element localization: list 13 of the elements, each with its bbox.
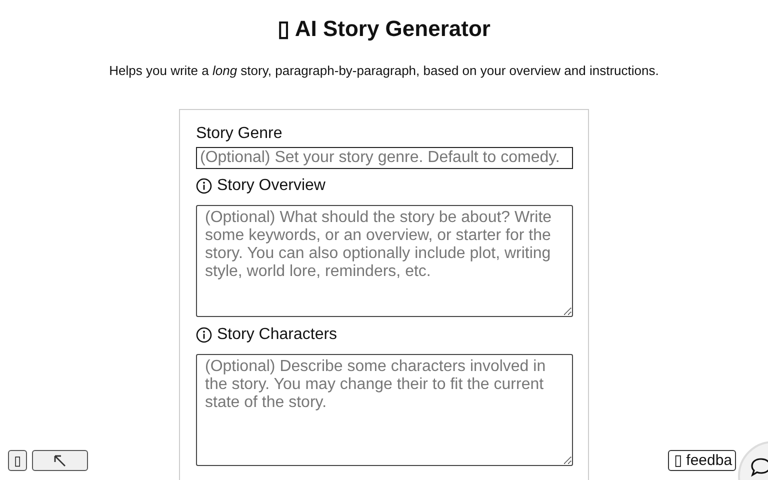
feedback-button[interactable]: ▯ feedba <box>668 450 736 471</box>
bottom-left-button[interactable]: ▯ <box>8 450 27 471</box>
text-area[interactable]: (Optional) Describe some characters involved in the story. You may change their to fit the current state of the story. <box>196 354 573 466</box>
text-area[interactable]: (Optional) What should the story be about? Write some keywords, or an overview, or starter for the story. You can also optionally include plot, writing style, world lore, reminders, etc. <box>196 204 573 316</box>
input-field[interactable]: (Optional) Set your story genre. Default to comedy. <box>196 146 573 168</box>
arrow-icon <box>53 454 67 468</box>
field-label: Story Overview <box>217 176 326 196</box>
chat-bubble-icon <box>750 457 768 477</box>
page-title: ▯ AI Story Generator <box>276 15 492 43</box>
field-label: Story Genre <box>196 124 282 144</box>
field-label: Story Characters <box>217 324 338 344</box>
expand-button[interactable] <box>32 450 88 471</box>
subtitle: Helps you write a long story, paragraph-by-paragraph, based on your overview and instructions. <box>108 62 660 80</box>
